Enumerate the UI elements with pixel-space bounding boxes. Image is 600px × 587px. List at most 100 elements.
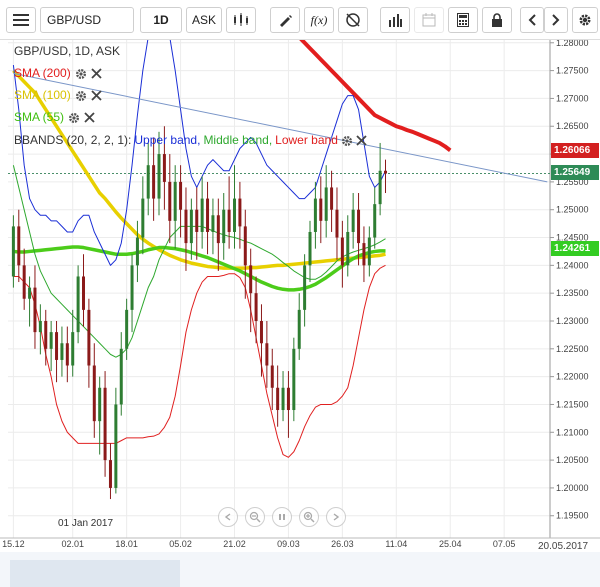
- navigator-window: [10, 560, 180, 587]
- candle-body: [259, 320, 263, 344]
- candle-body: [152, 165, 156, 199]
- candle-body: [292, 348, 296, 411]
- candle-body: [168, 181, 172, 221]
- candle-body: [308, 231, 312, 266]
- legend-bbands-prefix: BBANDS (20, 2, 2, 1):: [14, 133, 132, 147]
- candlestick-icon[interactable]: [226, 7, 256, 33]
- legend-sma200-label: SMA (200): [14, 66, 71, 80]
- lock-icon[interactable]: [482, 7, 512, 33]
- candle-body: [346, 231, 350, 266]
- candle-body: [146, 165, 150, 199]
- candle-body: [227, 209, 231, 232]
- candle-body: [254, 293, 258, 321]
- x-tick-label: 02.01: [61, 539, 84, 549]
- settings-gear-icon[interactable]: [572, 7, 598, 33]
- candle-body: [340, 237, 344, 266]
- candle-body: [238, 198, 242, 227]
- x-tick-label: 09.03: [277, 539, 300, 549]
- bar-chart-icon[interactable]: [380, 7, 410, 33]
- price-tag-sma200: 1.26066: [551, 143, 599, 158]
- candle-body: [98, 387, 102, 422]
- candle-body: [351, 209, 355, 232]
- candle-body: [71, 332, 75, 366]
- candle-body: [313, 198, 317, 232]
- legend-bbands-lower: Lower band: [275, 133, 338, 147]
- candle-body: [384, 170, 388, 174]
- legend-sma100: SMA (100): [14, 88, 102, 103]
- footer-date-label: 20.05.2017: [538, 541, 589, 552]
- candle-body: [249, 265, 253, 294]
- candle-body: [55, 332, 59, 360]
- y-tick-label: 1.22000: [556, 372, 589, 382]
- price-tag-sma55: 1.24261: [551, 241, 599, 256]
- gear-icon[interactable]: [75, 90, 87, 102]
- timeframe-selector[interactable]: 1D: [140, 7, 182, 33]
- hamburger-icon[interactable]: [6, 7, 36, 33]
- candle-body: [243, 226, 247, 266]
- side-label: ASK: [191, 13, 216, 27]
- scroll-left-icon[interactable]: [218, 507, 238, 527]
- candle-body: [11, 226, 15, 277]
- x-tick-label: 11.04: [385, 539, 407, 549]
- candle-body: [114, 404, 118, 488]
- legend-bbands-upper: Upper band,: [134, 133, 201, 147]
- close-icon[interactable]: [91, 68, 102, 79]
- legend-header: GBP/USD, 1D, ASK: [14, 44, 120, 59]
- y-tick-label: 1.22500: [556, 344, 589, 354]
- candle-body: [33, 287, 37, 333]
- scroll-right-icon[interactable]: [326, 507, 346, 527]
- chart-area[interactable]: 1.19500 1.20000 1.20500 1.21000 1.21500 1.220…: [0, 40, 600, 587]
- symbol-label: GBP/USD: [47, 13, 102, 27]
- chevron-left-icon[interactable]: [520, 7, 544, 33]
- y-tick-label: 1.24000: [556, 260, 589, 270]
- close-icon[interactable]: [91, 90, 102, 101]
- candle-body: [141, 198, 145, 238]
- zoom-out-icon[interactable]: [245, 507, 265, 527]
- calculator-icon[interactable]: [448, 7, 478, 33]
- candle-body: [211, 215, 215, 232]
- chevron-right-icon[interactable]: [544, 7, 568, 33]
- candle-body: [362, 243, 366, 266]
- y-tick-label: 1.21500: [556, 399, 589, 409]
- y-tick-label: 1.27500: [556, 66, 589, 76]
- gear-icon[interactable]: [68, 112, 80, 124]
- zoom-in-icon[interactable]: [299, 507, 319, 527]
- gear-icon[interactable]: [75, 68, 87, 80]
- close-icon[interactable]: [84, 112, 95, 123]
- candle-body: [119, 348, 123, 405]
- candle-body: [200, 198, 204, 232]
- close-icon[interactable]: [356, 135, 367, 146]
- fx-label: f(x): [310, 12, 328, 27]
- no-alarm-icon[interactable]: [338, 7, 368, 33]
- x-tick-label: 21.02: [223, 539, 246, 549]
- draw-pen-icon[interactable]: [270, 7, 300, 33]
- candle-body: [130, 265, 134, 310]
- pause-icon[interactable]: [272, 507, 292, 527]
- x-tick-label: 26.03: [331, 539, 354, 549]
- formula-fx-icon[interactable]: f(x): [304, 7, 334, 33]
- candle-body: [297, 309, 301, 349]
- gear-icon[interactable]: [341, 135, 353, 147]
- candle-body: [92, 365, 96, 422]
- side-selector[interactable]: ASK: [186, 7, 222, 33]
- y-tick-label: 1.25000: [556, 205, 589, 215]
- legend-sma100-label: SMA (100): [14, 88, 71, 102]
- candle-body: [265, 343, 269, 366]
- y-tick-label: 1.19500: [556, 511, 589, 521]
- candle-body: [367, 237, 371, 266]
- x-tick-label: 18.01: [115, 539, 138, 549]
- timeframe-label: 1D: [153, 13, 169, 27]
- y-tick-label: 1.27000: [556, 93, 589, 103]
- legend-sma55: SMA (55): [14, 110, 95, 125]
- price-tag-last: 1.25649: [551, 165, 599, 180]
- candle-body: [125, 309, 129, 349]
- toolbar: GBP/USD 1D ASK f(x): [0, 0, 600, 40]
- calendar-icon[interactable]: [414, 7, 444, 33]
- symbol-selector[interactable]: GBP/USD: [40, 7, 134, 33]
- candle-body: [60, 343, 64, 360]
- candle-body: [319, 198, 323, 221]
- candle-body: [184, 209, 188, 244]
- legend-symbol-line: GBP/USD, 1D, ASK: [14, 44, 121, 58]
- price-tag-last-value: 1.25649: [554, 167, 591, 178]
- candle-body: [38, 320, 42, 333]
